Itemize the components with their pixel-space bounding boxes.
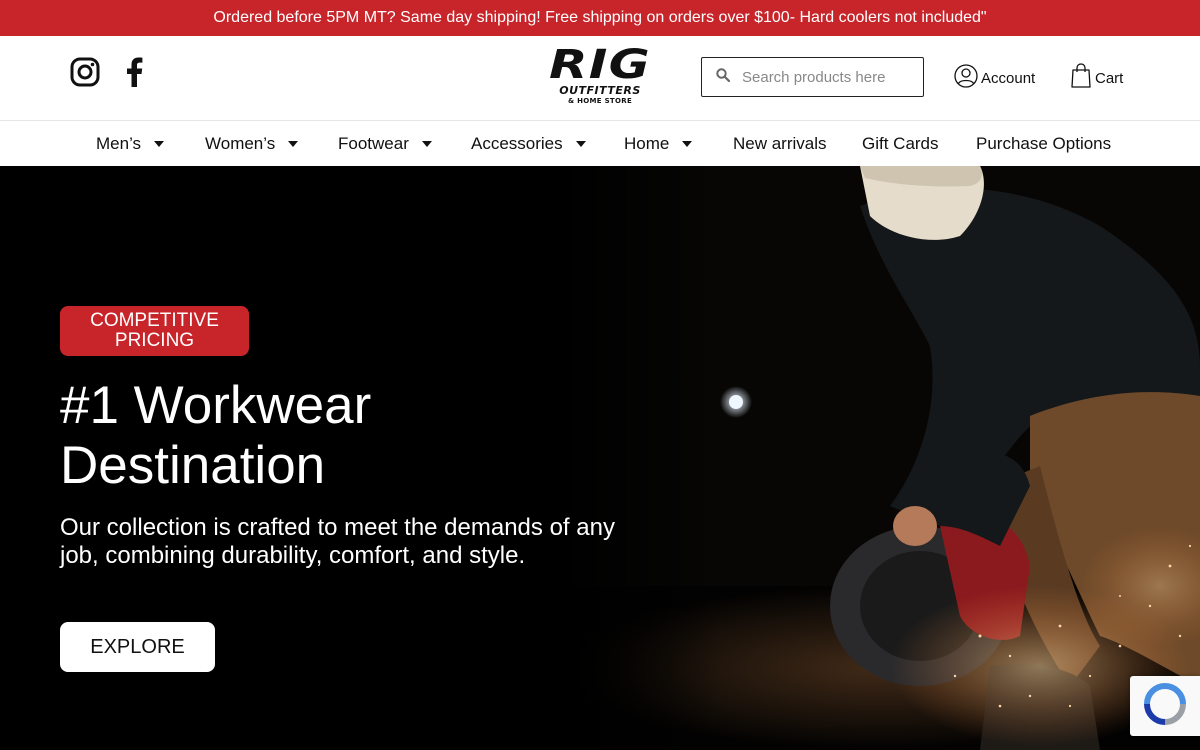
nav-label: Home (624, 134, 670, 153)
nav-label: Footwear (338, 134, 409, 153)
caret-down-icon (421, 141, 432, 147)
nav-label: New arrivals (733, 134, 827, 153)
nav-label: Gift Cards (862, 134, 939, 153)
announcement-text: Ordered before 5PM MT? Same day shipping… (213, 9, 987, 26)
nav-item-gift-cards[interactable]: Gift Cards (862, 121, 939, 167)
logo-sub2-text: & HOME STORE (567, 97, 633, 105)
cart-label: Cart (1095, 69, 1124, 87)
logo-sub-text: OUTFITTERS (559, 84, 641, 97)
announcement-bar: Ordered before 5PM MT? Same day shipping… (0, 0, 1200, 36)
recaptcha-icon (1143, 682, 1187, 731)
cart-icon (1070, 63, 1095, 93)
search-box[interactable] (701, 57, 924, 97)
nav-item-home[interactable]: Home (624, 121, 693, 167)
hero-image-fade (560, 166, 720, 750)
explore-button[interactable]: EXPLORE (60, 622, 215, 672)
hero-banner: COMPETITIVE PRICING #1 Workwear Destinat… (0, 166, 1200, 750)
nav-label: Women’s (205, 134, 276, 153)
nav-item-womens[interactable]: Women’s (205, 121, 299, 167)
recaptcha-badge[interactable] (1130, 676, 1200, 736)
account-icon (954, 64, 981, 92)
pricing-badge: COMPETITIVE PRICING (60, 306, 249, 356)
hero-headline: #1 Workwear Destination (60, 376, 372, 495)
nav-item-mens[interactable]: Men’s (96, 121, 165, 167)
site-header: RIG OUTFITTERS & HOME STORE Account (0, 36, 1200, 120)
caret-down-icon (288, 141, 299, 147)
caret-down-icon (154, 141, 165, 147)
logo-main-text: RIG (549, 42, 651, 88)
main-nav: Men’s Women’s Footwear Accessories Home … (0, 120, 1200, 166)
search-icon[interactable] (716, 67, 731, 87)
facebook-icon[interactable] (119, 56, 151, 88)
caret-down-icon (575, 141, 586, 147)
nav-label: Accessories (471, 134, 563, 153)
nav-item-purchase-options[interactable]: Purchase Options (976, 121, 1111, 167)
pricing-badge-text: COMPETITIVE PRICING (90, 310, 219, 351)
account-label: Account (981, 69, 1036, 87)
nav-item-new-arrivals[interactable]: New arrivals (733, 121, 827, 167)
instagram-icon[interactable] (69, 56, 101, 88)
caret-down-icon (682, 141, 693, 147)
cart-link[interactable]: Cart (1070, 63, 1124, 93)
search-input[interactable] (742, 68, 912, 86)
nav-label: Purchase Options (976, 134, 1112, 153)
nav-item-footwear[interactable]: Footwear (338, 121, 432, 167)
account-link[interactable]: Account (954, 64, 1035, 92)
nav-item-accessories[interactable]: Accessories (471, 121, 586, 167)
hero-subtext: Our collection is crafted to meet the de… (60, 514, 615, 569)
site-logo[interactable]: RIG OUTFITTERS & HOME STORE (538, 45, 662, 109)
nav-label: Men’s (96, 134, 142, 153)
